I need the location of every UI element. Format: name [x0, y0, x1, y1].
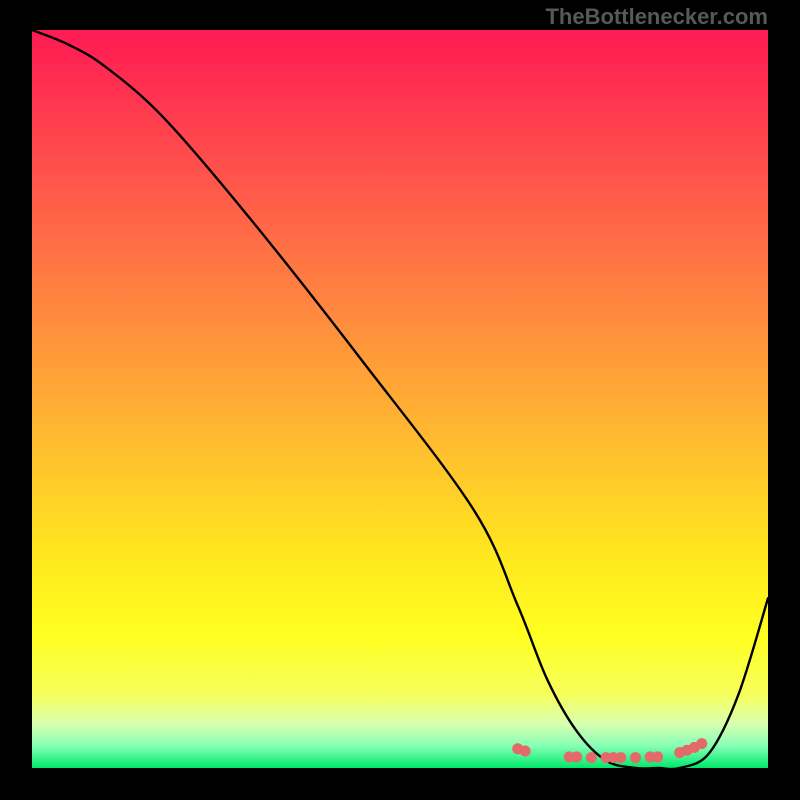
curve-layer: [32, 30, 768, 768]
watermark-text: TheBottlenecker.com: [545, 4, 768, 30]
marker-dot: [696, 738, 707, 749]
plot-area: [32, 30, 768, 768]
marker-dot: [571, 751, 582, 762]
bottleneck-curve: [32, 30, 768, 768]
marker-dot: [520, 746, 531, 757]
marker-dot: [586, 752, 597, 763]
marker-dot: [630, 752, 641, 763]
marker-dot: [652, 751, 663, 762]
chart-canvas: TheBottlenecker.com: [0, 0, 800, 800]
marker-dot: [615, 752, 626, 763]
